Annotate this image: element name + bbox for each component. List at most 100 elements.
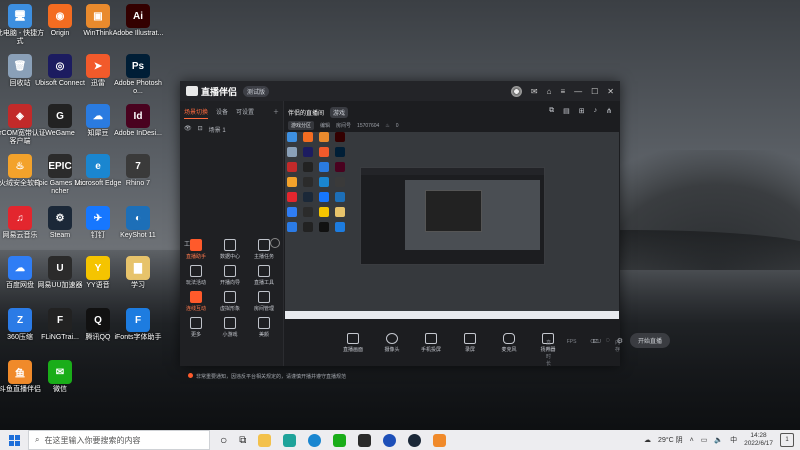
layout-icon[interactable]: ▤ (563, 107, 570, 115)
toolbox-item[interactable]: 直播工具 (250, 265, 278, 286)
preview-desktop-icon (335, 222, 345, 232)
desktop-icon-label: KeyShot 11 (120, 232, 156, 239)
task-view-icon[interactable]: ⧉ (239, 435, 246, 446)
toolbox-item[interactable]: 主播任务 (250, 239, 278, 260)
tool-label: 房间管理 (253, 306, 274, 312)
add-scene-icon[interactable]: ＋ (273, 107, 279, 119)
lock-icon[interactable]: ⊡ (198, 125, 203, 134)
steam-icon[interactable] (408, 433, 422, 447)
desktop-app-icon: F (126, 308, 150, 332)
desktop-icon[interactable]: ✉ 微信 (34, 360, 86, 394)
room-meta: 游戏分区 编辑 房间号 15707604 ♨ 0 (284, 118, 620, 133)
desktop-app-icon: ▣ (86, 4, 110, 28)
desktop-app-icon: 🗑 (8, 54, 32, 78)
mail-icon[interactable]: ✉ (531, 87, 538, 96)
toolbox-item[interactable]: 房间管理 (250, 291, 278, 312)
tab-settings[interactable]: 可设置 (236, 107, 254, 119)
phone-cast-icon (425, 332, 437, 344)
tab-devices[interactable]: 设备 (216, 107, 228, 119)
desktop-icon[interactable]: Id Adobe InDesi... (112, 104, 164, 138)
taskbar: ⌕ 在这里输入你要搜索的内容 ○ ⧉ ☁ 29°C 阴 ˄ ▭ 🔈 中 14:2… (0, 430, 800, 450)
desktop-icon[interactable]: ▇ 学习 (112, 256, 164, 290)
control-camera[interactable]: 摄像头 (381, 332, 403, 353)
ime-indicator[interactable]: 中 (730, 435, 737, 445)
toolbox-item[interactable]: 小游戏 (216, 317, 244, 338)
toolbox-item[interactable]: 美颜 (250, 317, 278, 338)
close-icon[interactable]: ✕ (607, 87, 614, 96)
start-button[interactable] (0, 430, 28, 450)
maximize-icon[interactable]: ☐ (591, 87, 598, 96)
desktop-icon[interactable]: FiFonts字体助手 (112, 308, 164, 342)
control-record[interactable]: 录屏 (459, 332, 481, 353)
volume-icon[interactable]: 🔈 (714, 436, 723, 444)
control-phone[interactable]: 手机投屏 (420, 332, 442, 353)
tray-expand-icon[interactable]: ˄ (690, 437, 694, 444)
status-fps: FPS (566, 339, 577, 345)
desktop-app-icon: ▇ (126, 256, 150, 280)
clock-time: 14:28 (750, 432, 767, 439)
desktop-icon[interactable]: Ps Adobe Photosho... (112, 54, 164, 96)
desktop-icon-label: Adobe InDesi... (114, 130, 162, 137)
status-mem: 内存 (614, 340, 620, 353)
wechat-icon[interactable] (333, 433, 347, 447)
toolbox-item[interactable]: 直播助手 (182, 239, 210, 260)
cortana-icon[interactable]: ○ (220, 433, 227, 447)
edit-link[interactable]: 编辑 (320, 122, 330, 129)
app-icon-teal[interactable] (283, 433, 297, 447)
notification-icon[interactable]: 1 (780, 433, 794, 447)
toolbox-item[interactable]: 开播向导 (216, 265, 244, 286)
edge-icon[interactable] (308, 433, 322, 447)
desktop-icon[interactable]: Ai Adobe Illustrat... (112, 4, 164, 38)
live-preview[interactable] (285, 132, 619, 319)
tool-icon (224, 317, 236, 329)
preview-desktop-icon (335, 147, 345, 157)
control-mic[interactable]: 麦克风 (498, 332, 520, 353)
toolbox-item[interactable]: 虚拟形象 (216, 291, 244, 312)
desktop-app-icon: ☁ (8, 256, 32, 280)
room-tag[interactable]: 游戏 (330, 107, 349, 118)
tab-scenes[interactable]: 场景切换 (184, 107, 209, 119)
gift-icon[interactable]: ⌂ (547, 87, 552, 96)
room-title[interactable]: 伴侣的直播间 (288, 108, 324, 117)
network-icon[interactable]: ▭ (701, 436, 708, 444)
share-icon[interactable]: ⋔ (606, 107, 612, 115)
stream-companion-icon[interactable] (433, 433, 447, 447)
tool-icon (258, 265, 270, 277)
preview-deeper-window (425, 190, 482, 232)
toolbox-item[interactable]: 更多 (182, 317, 210, 338)
desktop-app-icon: Ps (126, 54, 150, 78)
go-live-button[interactable]: 开始直播 (629, 333, 670, 348)
eye-icon[interactable]: 👁 (184, 125, 192, 134)
category-chip[interactable]: 游戏分区 (288, 121, 315, 130)
avatar[interactable] (510, 85, 522, 97)
toolbox-item[interactable]: 数据中心 (216, 239, 244, 260)
window-titlebar[interactable]: 直播伴侣 测试版 ✉ ⌂ ≡ — ☐ ✕ (180, 81, 620, 101)
weather-icon[interactable]: ☁ (644, 436, 651, 444)
desktop-app-icon: 7 (126, 154, 150, 178)
desktop-app-icon: Id (126, 104, 150, 128)
crop-icon[interactable]: ⊞ (579, 107, 585, 115)
desktop-icon[interactable]: ◐ KeyShot 11 (112, 206, 164, 240)
preview-desktop-icon (319, 147, 329, 157)
scene-item[interactable]: 👁 ⊡ 场景 1 (180, 119, 283, 140)
preview-desktop-icon (335, 207, 345, 217)
minimize-icon[interactable]: — (574, 87, 582, 96)
toolbox-item[interactable]: 连线互动 (182, 291, 210, 312)
file-explorer-icon[interactable] (258, 433, 272, 447)
desktop-app-icon: Q (86, 308, 110, 332)
control-screen[interactable]: 直播画面 (342, 332, 364, 353)
weather-text[interactable]: 29°C 阴 (658, 435, 683, 445)
control-mic-label: 麦克风 (501, 346, 517, 353)
desktop-icon[interactable]: 7 Rhino 7 (112, 154, 164, 188)
menu-icon[interactable]: ≡ (560, 87, 565, 96)
taskbar-search[interactable]: ⌕ 在这里输入你要搜索的内容 (28, 430, 210, 450)
clock[interactable]: 14:28 2022/6/17 (744, 432, 773, 448)
terminal-icon[interactable] (358, 433, 372, 447)
bell-icon[interactable]: ♪ (594, 107, 598, 115)
notice-bar[interactable]: 非常重要通知，因违反平台相关规定的，请谨慎开播并遵守直播规范 (188, 373, 346, 380)
layers-icon[interactable]: ⧉ (549, 107, 554, 115)
tool-icon (190, 265, 202, 277)
desktop-app-icon: G (48, 104, 72, 128)
toolbox-item[interactable]: 玩法活动 (182, 265, 210, 286)
blue-app-icon[interactable] (383, 433, 397, 447)
